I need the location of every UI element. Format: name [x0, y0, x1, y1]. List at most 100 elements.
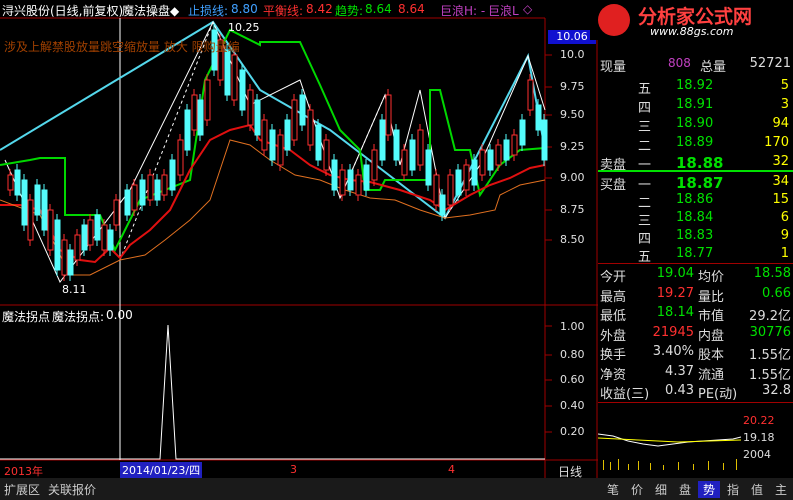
candle-body	[307, 109, 314, 146]
big-wave-l: 巨浪L	[488, 4, 519, 18]
panel-tab-bar: 笔价细盘势指值主	[598, 478, 793, 500]
candle-body	[177, 139, 184, 176]
buy-volume: 9	[780, 228, 789, 243]
candle-body	[495, 144, 502, 166]
candle-body	[61, 239, 68, 276]
tab-2[interactable]: 细	[650, 481, 672, 498]
tab-0[interactable]: 笔	[602, 481, 624, 498]
candle-body	[355, 174, 362, 196]
candle-body	[277, 134, 284, 166]
stat-value: 21945	[652, 324, 694, 340]
candle-body	[7, 174, 14, 191]
candle-body	[87, 219, 94, 246]
divider	[598, 263, 793, 264]
sell-price: 18.90	[676, 116, 714, 131]
stat-value: 19.04	[656, 266, 694, 281]
stat-label: 量比	[698, 289, 725, 305]
sell-level-row[interactable]: 二 18.89 170	[598, 135, 793, 154]
candle-body	[339, 169, 346, 196]
stat-label: 收益(三)	[600, 387, 650, 402]
sell-volume: 170	[764, 135, 789, 150]
stat-value: 30776	[749, 324, 791, 340]
indicator-name[interactable]: 魔法操盘◆	[122, 2, 179, 19]
sell-level-row[interactable]: 五 18.92 5	[598, 78, 793, 97]
current-volume-value: 808	[668, 56, 691, 70]
stat-label: 流通	[698, 367, 725, 383]
candle-body	[169, 159, 176, 191]
buy-level-row[interactable]: 三 18.84 6	[598, 210, 793, 229]
candle-body	[261, 119, 268, 151]
sell-level-label: 四	[638, 101, 652, 116]
candle-body	[417, 129, 424, 166]
main-chart[interactable]: 10.25 8.11	[0, 0, 598, 478]
sub-indicator-value: 0.00	[106, 308, 133, 322]
related-quote-button[interactable]: 关联报价	[48, 481, 96, 498]
candle-body	[191, 94, 198, 131]
buy-level-row[interactable]: 买盘一 18.87 34	[598, 174, 793, 193]
buy-level-label: 一	[638, 178, 652, 193]
candle-body	[439, 194, 446, 216]
candle-body	[447, 174, 454, 206]
stat-row: 净资 4.37 流通 1.55亿	[598, 364, 793, 383]
candle-body	[315, 124, 322, 161]
stat-label: 最低	[600, 309, 627, 324]
candle-body	[197, 99, 204, 136]
current-price-box: 10.06	[548, 30, 596, 44]
buy-level-row[interactable]: 四 18.83 9	[598, 228, 793, 247]
candle-body	[479, 149, 486, 176]
sub-indicator-label: 魔法拐点:	[52, 310, 105, 324]
mini-chart-high: 20.22	[743, 414, 775, 427]
buy-volume: 6	[780, 210, 789, 225]
candle-body	[511, 134, 518, 156]
sub-tick: 0.20	[560, 425, 585, 438]
watermark-text: 涉及上解禁股放量跳空缩放量 放大 限购量编	[4, 40, 240, 54]
buy-level-label: 二	[638, 196, 652, 211]
candle-body	[425, 149, 432, 186]
tab-3[interactable]: 盘	[674, 481, 696, 498]
sub-tick: 1.00	[560, 320, 585, 333]
sub-indicator-name[interactable]: 魔法拐点	[2, 308, 50, 325]
sell-level-label: 五	[638, 82, 652, 97]
low-price-label: 8.11	[62, 283, 87, 296]
balance-value: 8.42	[306, 2, 333, 16]
high-price-label: 10.25	[228, 21, 260, 34]
quote-panel: 现量 808 总量 52721 五 18.92 5 四 18.91 3 三 18.90 94 二 1…	[598, 30, 793, 470]
candle-body	[284, 119, 291, 151]
tab-1[interactable]: 价	[626, 481, 648, 498]
trend-label: 趋势:	[335, 4, 364, 18]
buy-level-row[interactable]: 二 18.86 15	[598, 192, 793, 211]
tab-6[interactable]: 值	[746, 481, 768, 498]
stock-title[interactable]: 浔兴股份(日线,前复权)	[2, 2, 123, 19]
candle-body	[54, 219, 61, 271]
sell-volume: 32	[772, 154, 789, 169]
candle-body	[527, 79, 534, 111]
candle-body	[204, 79, 211, 121]
tab-5[interactable]: 指	[722, 481, 744, 498]
price-tick: 9.75	[560, 80, 585, 93]
candle-body	[81, 224, 88, 251]
volume-row: 现量 808 总量 52721	[598, 56, 793, 75]
sell-price: 18.89	[676, 135, 714, 150]
buy-level-row[interactable]: 五 18.77 1	[598, 246, 793, 265]
tab-7[interactable]: 主	[770, 481, 792, 498]
buy-price: 18.83	[676, 228, 714, 243]
sell-level-row[interactable]: 四 18.91 3	[598, 97, 793, 116]
sub-tick: 0.40	[560, 399, 585, 412]
stat-row: 最高 19.27 量比 0.66	[598, 286, 793, 305]
candle-body	[379, 119, 386, 161]
trend-value-1: 8.64	[365, 2, 392, 16]
candle-body	[139, 179, 146, 206]
candle-body	[385, 94, 392, 136]
candle-body	[363, 164, 370, 191]
stat-value: 32.8	[762, 383, 791, 398]
candle-body	[331, 159, 338, 191]
candle-body	[21, 179, 28, 226]
stop-loss-value: 8.80	[231, 2, 258, 16]
sell-level-row[interactable]: 三 18.90 94	[598, 116, 793, 135]
tab-4[interactable]: 势	[698, 481, 720, 498]
extend-area-button[interactable]: 扩展区	[4, 481, 40, 498]
stat-label: 均价	[698, 270, 725, 285]
big-wave-h: 巨浪H: -	[440, 4, 486, 18]
sell-volume: 3	[780, 97, 789, 112]
candle-body	[74, 234, 81, 261]
